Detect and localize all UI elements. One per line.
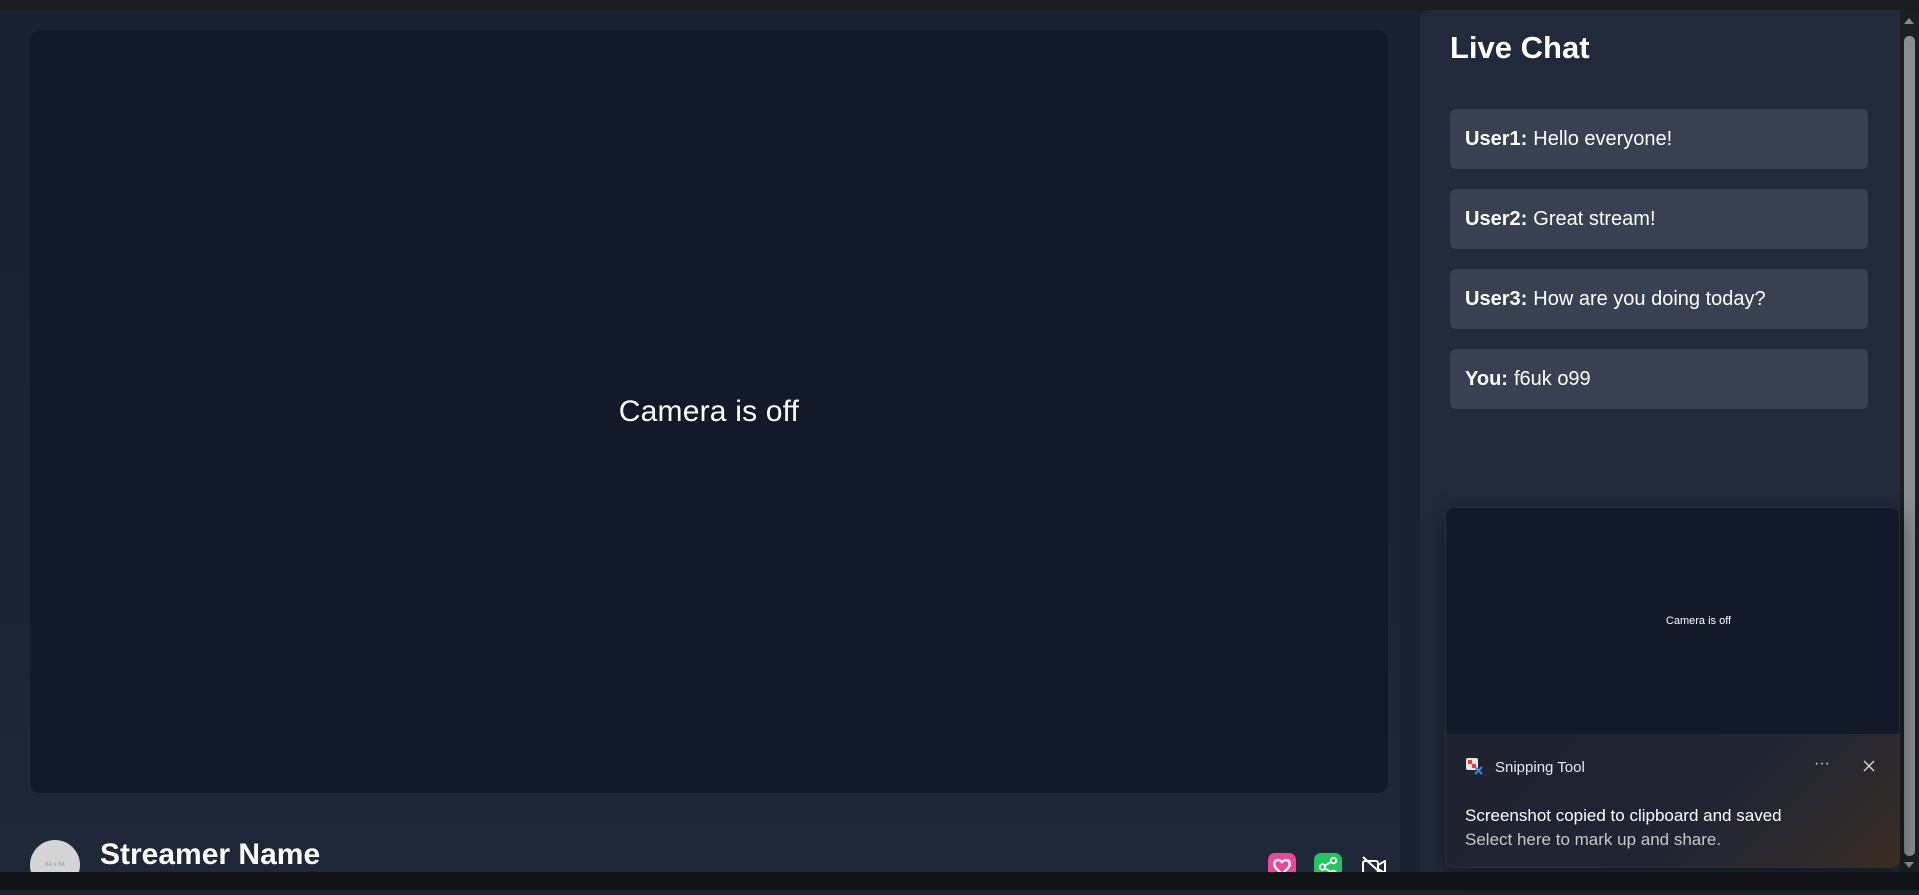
- chat-message-text: Hello everyone!: [1533, 127, 1673, 150]
- chat-message-user: User2:: [1465, 207, 1528, 230]
- scroll-up-arrow[interactable]: [1904, 18, 1914, 24]
- window-top-strip: [0, 0, 1919, 10]
- page-scrollbar[interactable]: [1900, 10, 1919, 872]
- notification-app-name: Snipping Tool: [1495, 759, 1585, 776]
- camera-status-text: Camera is off: [618, 394, 800, 428]
- close-notification-button[interactable]: [1857, 754, 1881, 778]
- window-bottom-strip: [0, 872, 1919, 890]
- screenshot-preview[interactable]: Camera is off: [1446, 508, 1899, 734]
- avatar-placeholder-text: 64 x 64: [45, 862, 65, 868]
- notification-headline: Screenshot copied to clipboard and saved: [1465, 806, 1782, 825]
- video-player[interactable]: Camera is off: [30, 30, 1388, 793]
- chat-message-user: User3:: [1465, 287, 1528, 310]
- more-options-button[interactable]: ···: [1808, 754, 1836, 778]
- chat-message-user: User1:: [1465, 127, 1528, 150]
- chat-message: User1: Hello everyone!: [1450, 109, 1868, 169]
- chat-message-text: Great stream!: [1533, 207, 1656, 230]
- notification-body[interactable]: Snipping Tool ··· Screenshot copied to c…: [1446, 734, 1899, 867]
- snipping-tool-notification[interactable]: Camera is off Snipping Tool ··· Screensh…: [1445, 507, 1900, 868]
- chat-message: User2: Great stream!: [1450, 189, 1868, 249]
- chat-message-user: You:: [1465, 367, 1508, 390]
- close-icon: [1863, 760, 1875, 772]
- chat-message: User3: How are you doing today?: [1450, 269, 1868, 329]
- scroll-down-arrow[interactable]: [1904, 862, 1914, 868]
- chat-title: Live Chat: [1450, 30, 1590, 65]
- preview-camera-status: Camera is off: [1665, 615, 1732, 627]
- scroll-thumb[interactable]: [1904, 36, 1915, 856]
- chat-message-text: f6uk o99: [1513, 367, 1591, 390]
- streamer-name: Streamer Name: [100, 838, 321, 871]
- stream-stage: Camera is off 64 x 64 Streamer Name Live…: [0, 10, 1400, 894]
- notification-subline: Select here to mark up and share.: [1465, 830, 1722, 849]
- chat-message-text: How are you doing today?: [1533, 287, 1766, 310]
- snipping-tool-icon: [1466, 758, 1483, 775]
- chat-message: You: f6uk o99: [1450, 349, 1868, 409]
- chat-message-list: User1: Hello everyone! User2: Great stre…: [1450, 109, 1868, 429]
